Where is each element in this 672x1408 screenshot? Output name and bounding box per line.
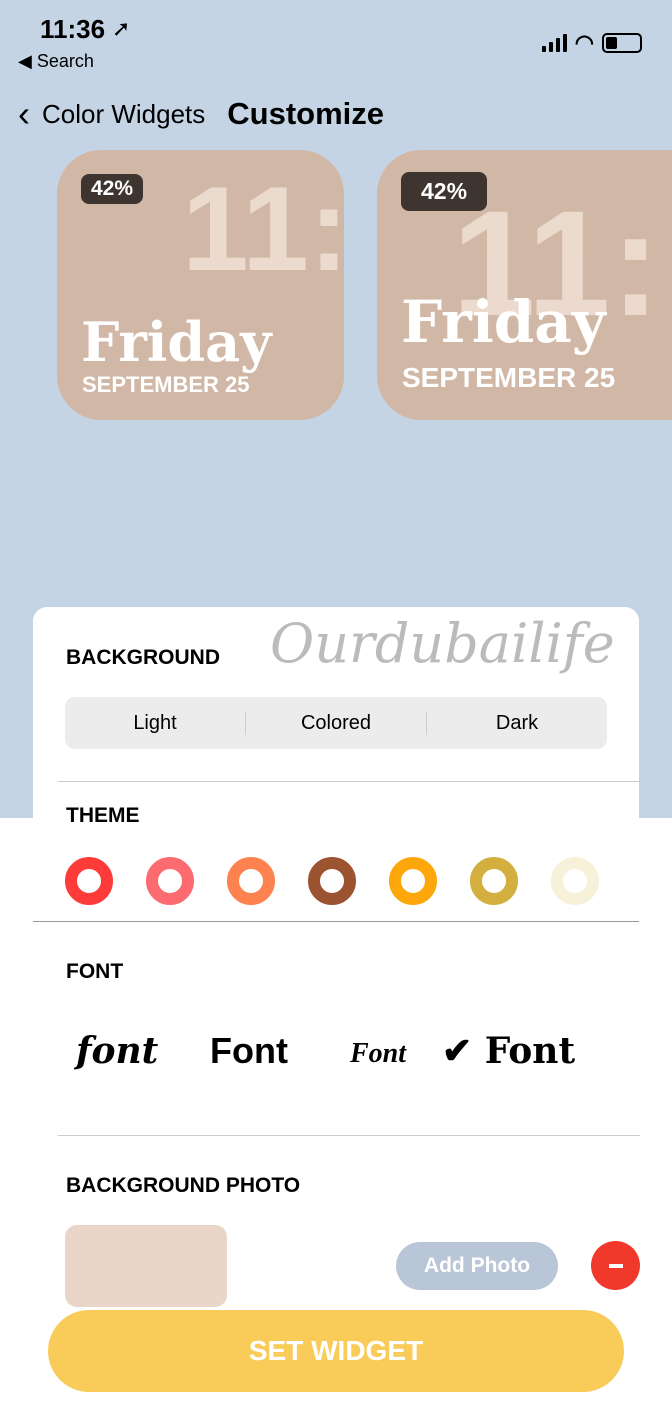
widget-battery: 42% <box>401 172 488 211</box>
font-option-blackletter[interactable]: Font <box>350 1038 406 1070</box>
widget-date: SEPTEMBER 25 <box>82 372 250 397</box>
theme-swatch-pink[interactable] <box>146 857 194 905</box>
page-title: Customize <box>227 96 385 131</box>
widget-date: SEPTEMBER 25 <box>402 362 616 393</box>
widget-day: Friday <box>81 310 272 374</box>
theme-swatch-cream[interactable] <box>551 857 599 905</box>
theme-swatch-amber[interactable] <box>389 857 437 905</box>
set-widget-button[interactable]: SET WIDGET <box>48 1310 624 1392</box>
wifi-icon: ◠ <box>574 30 594 55</box>
theme-swatch-orange[interactable] <box>227 857 275 905</box>
widget-preview-small[interactable]: 11:36 42% Friday SEPTEMBER 25 <box>57 150 344 420</box>
font-option-sans[interactable]: Font <box>210 1030 288 1072</box>
segment-dark[interactable]: Dark <box>427 712 607 735</box>
widget-preview-medium[interactable]: 11: 42% Friday SEPTEMBER 25 <box>377 150 672 420</box>
status-time: 11:36 <box>40 14 106 44</box>
theme-swatch-gold[interactable] <box>470 857 518 905</box>
background-photo-label: BACKGROUND PHOTO <box>66 1174 301 1197</box>
theme-swatch-brown[interactable] <box>308 857 356 905</box>
background-label: BACKGROUND <box>66 646 220 669</box>
widget-clock: 11:36 <box>182 162 344 296</box>
widget-battery: 42% <box>81 174 144 204</box>
battery-icon <box>602 33 642 53</box>
location-icon: ➚ <box>112 16 131 41</box>
back-to-search[interactable]: ◀ Search <box>18 51 94 72</box>
segment-light[interactable]: Light <box>65 711 246 735</box>
font-label: FONT <box>66 960 124 983</box>
back-button[interactable]: Color Widgets <box>42 99 205 130</box>
font-option-script[interactable]: font <box>76 1030 158 1072</box>
add-photo-button[interactable]: Add Photo <box>396 1242 558 1290</box>
signal-icon <box>541 34 567 52</box>
back-chevron-icon[interactable]: ‹ <box>18 96 30 132</box>
background-photo-thumbnail[interactable] <box>65 1225 227 1307</box>
divider <box>58 781 640 782</box>
minus-icon <box>608 1263 623 1268</box>
theme-swatch-red[interactable] <box>65 857 113 905</box>
widget-day: Friday <box>401 288 606 356</box>
watermark: Ourdubailife <box>270 612 615 675</box>
segment-colored[interactable]: Colored <box>246 711 427 735</box>
font-option-serif-selected[interactable]: ✔ Font <box>442 1030 575 1072</box>
nav-bar: ‹ Color Widgets Customize <box>18 96 384 132</box>
divider <box>58 1135 640 1136</box>
background-segmented-control[interactable]: Light Colored Dark <box>65 697 607 749</box>
remove-photo-button[interactable] <box>591 1241 640 1290</box>
theme-label: THEME <box>66 804 140 827</box>
divider <box>33 921 639 922</box>
status-icons: ◠ <box>541 30 642 56</box>
